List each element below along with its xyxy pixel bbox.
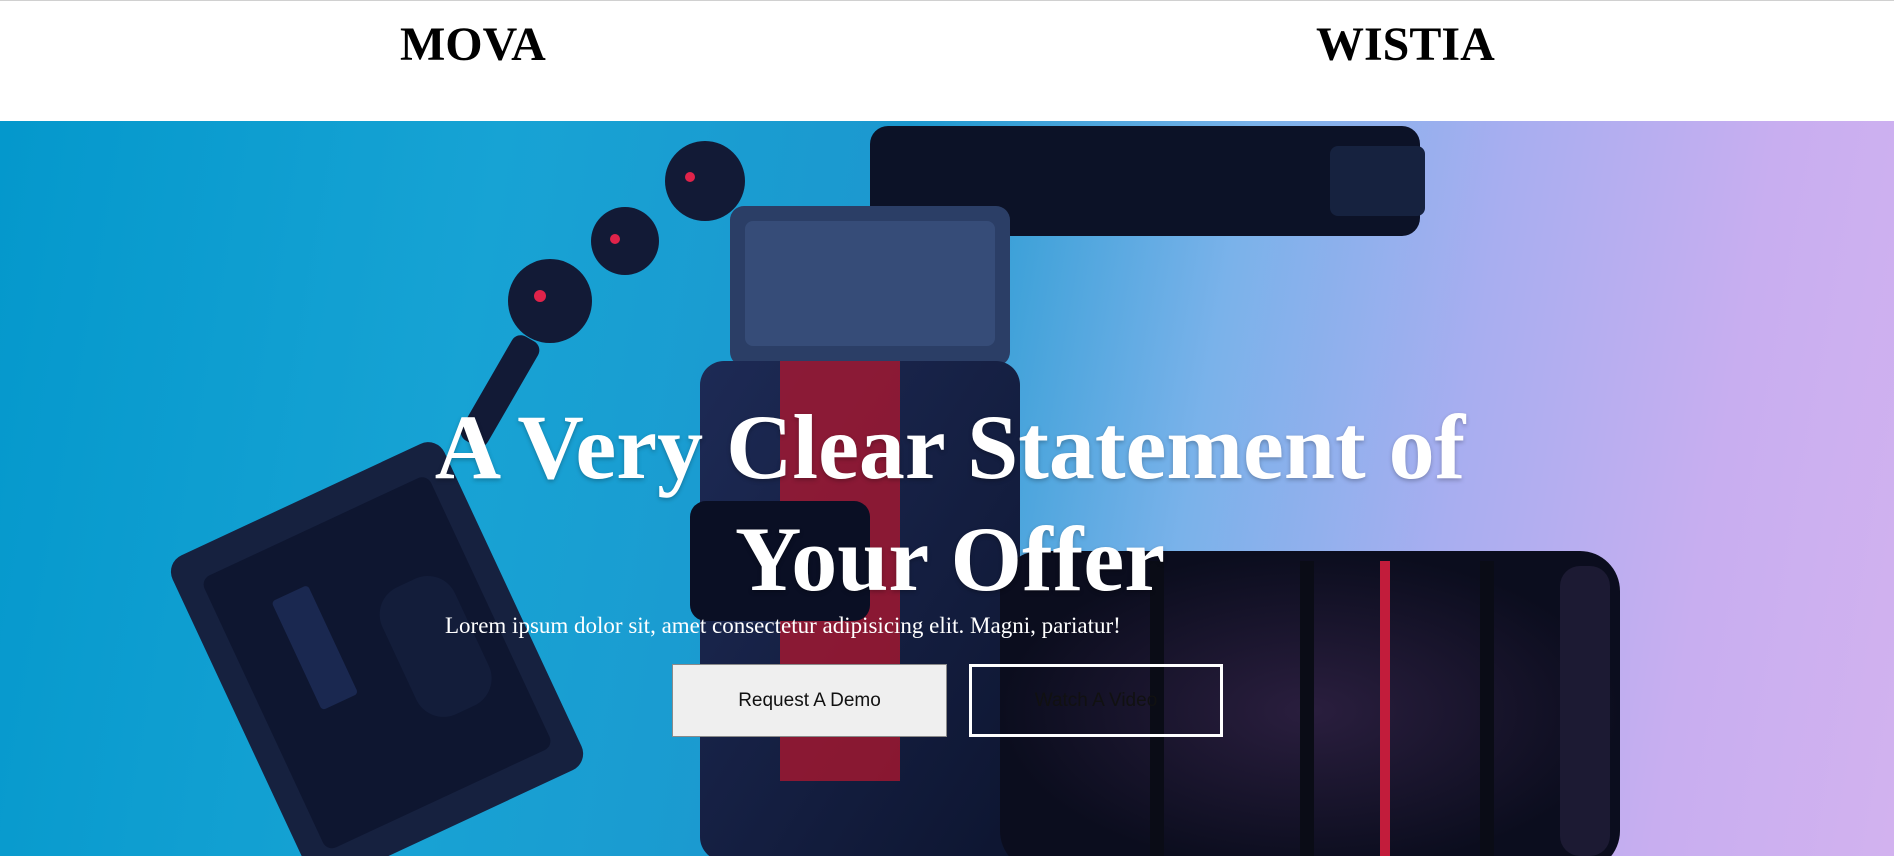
request-demo-button[interactable]: Request A Demo <box>672 664 947 737</box>
brand-logo-wistia[interactable]: WISTIA <box>1316 15 1495 75</box>
site-header: MOVA WISTIA <box>0 0 1894 121</box>
hero-section: A Very Clear Statement of Your Offer Lor… <box>0 121 1894 856</box>
hero-headline: A Very Clear Statement of Your Offer <box>434 396 1466 610</box>
hero-subtext: Lorem ipsum dolor sit, amet consectetur … <box>445 613 1121 638</box>
brand-logo-mova[interactable]: MOVA <box>400 15 546 75</box>
hero-content: A Very Clear Statement of Your Offer Lor… <box>0 121 1894 856</box>
watch-video-button[interactable]: Watch A Video <box>969 664 1223 737</box>
